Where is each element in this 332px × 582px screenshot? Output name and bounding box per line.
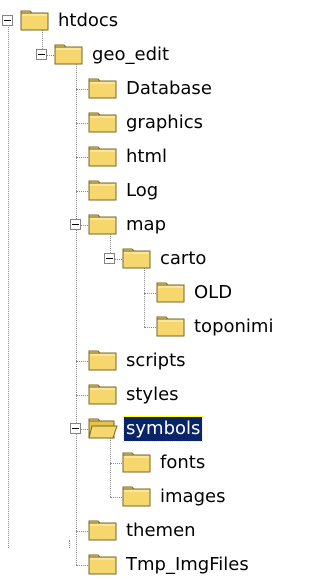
- open-folder-icon: [88, 416, 118, 440]
- tree-node-fonts[interactable]: fonts: [0, 446, 332, 480]
- tree-node-label[interactable]: Tmp_ImgFiles: [124, 553, 251, 577]
- tree-node-label[interactable]: carto: [158, 247, 208, 271]
- tree-node-label[interactable]: symbols: [122, 416, 204, 442]
- tree-node-graphics[interactable]: graphics: [0, 106, 332, 140]
- collapse-toggle-icon[interactable]: [36, 49, 47, 60]
- folder-icon: [156, 314, 186, 338]
- tree-node-scripts[interactable]: scripts: [0, 344, 332, 378]
- folder-icon: [88, 212, 118, 236]
- tree-node-label[interactable]: geo_edit: [90, 43, 171, 67]
- folder-icon: [88, 110, 118, 134]
- tree-node-carto[interactable]: carto: [0, 242, 332, 276]
- tree-node-label[interactable]: OLD: [192, 281, 234, 305]
- tree-node-html[interactable]: html: [0, 140, 332, 174]
- folder-icon: [88, 144, 118, 168]
- collapse-toggle-icon[interactable]: [2, 15, 13, 26]
- tree-node-label[interactable]: html: [124, 145, 169, 169]
- tree-node-label[interactable]: Log: [124, 179, 160, 203]
- collapse-toggle-icon[interactable]: [70, 423, 81, 434]
- collapse-toggle-icon[interactable]: [104, 253, 115, 264]
- tree-node-label[interactable]: toponimi: [192, 315, 275, 339]
- folder-icon: [122, 246, 152, 270]
- folder-icon: [88, 518, 118, 542]
- folder-icon: [20, 8, 50, 32]
- tree-node-label[interactable]: scripts: [124, 349, 188, 373]
- tree-node-htdocs[interactable]: htdocs: [0, 4, 332, 38]
- tree-node-label[interactable]: Database: [124, 77, 214, 101]
- tree-node-label[interactable]: themen: [124, 519, 198, 543]
- folder-icon: [88, 178, 118, 202]
- folder-tree: htdocs geo_edit Database graphics html Log map…: [0, 0, 332, 575]
- tree-node-themen[interactable]: themen: [0, 514, 332, 548]
- folder-icon: [88, 348, 118, 372]
- collapse-toggle-icon[interactable]: [70, 219, 81, 230]
- folder-icon: [88, 382, 118, 406]
- tree-node-symbols[interactable]: symbols: [0, 412, 332, 446]
- tree-node-database[interactable]: Database: [0, 72, 332, 106]
- folder-icon: [88, 76, 118, 100]
- folder-icon: [122, 484, 152, 508]
- tree-node-log[interactable]: Log: [0, 174, 332, 208]
- folder-icon: [54, 42, 84, 66]
- tree-node-toponimi[interactable]: toponimi: [0, 310, 332, 344]
- tree-node-map[interactable]: map: [0, 208, 332, 242]
- tree-node-geo-edit[interactable]: geo_edit: [0, 38, 332, 72]
- tree-node-images[interactable]: images: [0, 480, 332, 514]
- tree-node-label[interactable]: map: [124, 213, 168, 237]
- folder-icon: [156, 280, 186, 304]
- tree-node-label[interactable]: styles: [124, 383, 181, 407]
- tree-node-label[interactable]: images: [158, 485, 227, 509]
- folder-icon: [122, 450, 152, 474]
- tree-node-old[interactable]: OLD: [0, 276, 332, 310]
- tree-node-label[interactable]: htdocs: [56, 9, 120, 33]
- tree-node-styles[interactable]: styles: [0, 378, 332, 412]
- tree-node-label[interactable]: fonts: [158, 451, 207, 475]
- folder-icon: [88, 552, 118, 576]
- tree-node-label[interactable]: graphics: [124, 111, 205, 135]
- tree-node-tmp-imgfiles[interactable]: Tmp_ImgFiles: [0, 548, 332, 582]
